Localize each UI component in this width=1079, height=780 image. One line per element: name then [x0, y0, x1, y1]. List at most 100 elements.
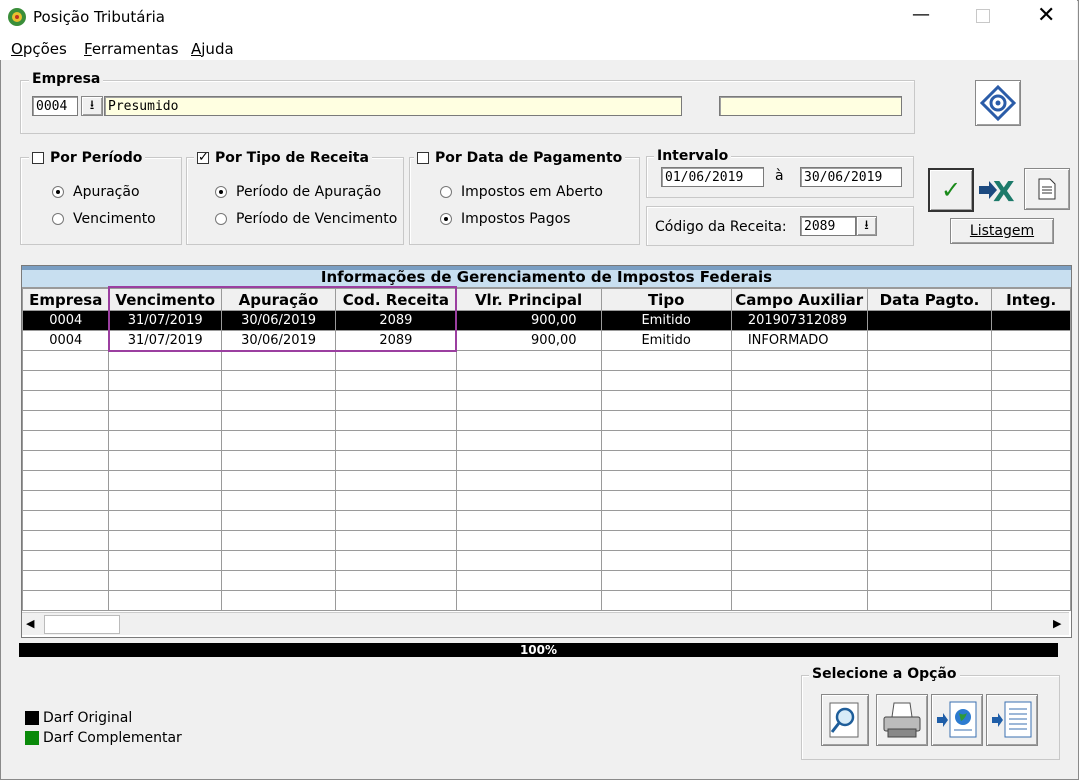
radio-periodo-vencimento[interactable]: Período de Vencimento: [215, 211, 397, 227]
table-cell[interactable]: Emitido: [600, 310, 732, 331]
radio-dot[interactable]: [440, 186, 452, 198]
radio-dot[interactable]: [52, 213, 64, 225]
table-cell: [600, 470, 732, 491]
table-cell: [335, 590, 457, 611]
menu-opcoes[interactable]: Opções: [11, 40, 67, 58]
print-button[interactable]: [876, 694, 928, 746]
radio-dot[interactable]: [52, 186, 64, 198]
maximize-button[interactable]: [976, 9, 990, 23]
menu-ajuda[interactable]: Ajuda: [191, 40, 234, 58]
radio-dot[interactable]: [440, 213, 452, 225]
codigo-lookup-icon[interactable]: ⭳: [856, 216, 877, 236]
excel-export-button[interactable]: X: [976, 170, 1022, 210]
table-cell[interactable]: [991, 310, 1071, 331]
table-cell[interactable]: [991, 330, 1071, 351]
por-tipo-checkbox[interactable]: ✓: [197, 151, 209, 164]
por-periodo-checkbox[interactable]: [32, 152, 44, 164]
por-periodo-header[interactable]: Por Período: [29, 150, 146, 166]
por-tipo-header[interactable]: ✓ Por Tipo de Receita: [194, 150, 372, 166]
table-cell: [991, 530, 1071, 551]
table-cell: [220, 530, 337, 551]
radio-impostos-pagos[interactable]: Impostos Pagos: [440, 211, 570, 227]
empresa-lookup-icon[interactable]: ⭳: [81, 96, 103, 116]
codigo-field[interactable]: 2089: [800, 216, 856, 236]
table-cell: [866, 550, 993, 571]
table-cell: [600, 570, 732, 591]
close-button[interactable]: ✕: [1037, 3, 1055, 28]
intervalo-to-field[interactable]: 30/06/2019: [800, 167, 902, 187]
table-cell: [730, 550, 868, 571]
table-cell: [730, 470, 868, 491]
table-cell: [335, 390, 457, 411]
table-cell[interactable]: INFORMADO: [730, 330, 868, 351]
empty-row: [22, 410, 1071, 431]
legend-swatch: [25, 731, 39, 745]
table-cell: [730, 490, 868, 511]
table-cell: [335, 550, 457, 571]
table-cell[interactable]: [866, 330, 993, 351]
table-cell[interactable]: 0004: [22, 310, 110, 331]
table-cell: [600, 510, 732, 531]
column-header[interactable]: Tipo: [600, 288, 732, 311]
table-cell[interactable]: 900,00: [455, 330, 602, 351]
radio-dot[interactable]: [215, 186, 227, 198]
table-cell: [866, 450, 993, 471]
table-cell: [455, 470, 602, 491]
export-document-button[interactable]: [986, 694, 1038, 746]
view-button[interactable]: [821, 694, 869, 746]
table-cell[interactable]: Emitido: [600, 330, 732, 351]
por-data-checkbox[interactable]: [417, 152, 429, 164]
minimize-button[interactable]: —: [912, 4, 930, 25]
export-web-button[interactable]: [931, 694, 983, 746]
column-header[interactable]: Vlr. Principal: [455, 288, 602, 311]
radio-dot[interactable]: [215, 213, 227, 225]
intervalo-from-field[interactable]: 01/06/2019: [661, 167, 764, 187]
column-header[interactable]: Empresa: [22, 288, 110, 311]
report-button[interactable]: [1024, 168, 1070, 210]
menu-ferramentas[interactable]: Ferramentas: [84, 40, 179, 58]
table-cell[interactable]: 0004: [22, 330, 110, 351]
table-cell: [455, 570, 602, 591]
excel-icon: X: [979, 175, 1015, 207]
table-cell: [991, 590, 1071, 611]
scroll-thumb[interactable]: [44, 615, 120, 634]
empresa-code-field[interactable]: 0004: [32, 96, 78, 116]
table-cell: [335, 450, 457, 471]
table-cell: [730, 430, 868, 451]
column-header[interactable]: Integ.: [991, 288, 1071, 311]
radio-vencimento[interactable]: Vencimento: [52, 211, 156, 227]
table-cell: [455, 390, 602, 411]
table-cell: [991, 350, 1071, 371]
column-header[interactable]: Campo Auxiliar: [730, 288, 868, 311]
horizontal-scrollbar[interactable]: ◀ ▶: [22, 612, 1069, 635]
export-document-icon: [992, 701, 1032, 738]
radio-impostos-aberto[interactable]: Impostos em Aberto: [440, 184, 603, 200]
radio-label: Impostos Pagos: [461, 211, 571, 227]
table-cell[interactable]: 900,00: [455, 310, 602, 331]
table-cell: [455, 550, 602, 571]
table-cell: [108, 410, 222, 431]
confirm-button[interactable]: ✓: [928, 168, 974, 212]
por-data-header[interactable]: Por Data de Pagamento: [414, 150, 626, 166]
table-cell: [220, 450, 337, 471]
empty-row: [22, 570, 1071, 591]
table-cell[interactable]: 201907312089: [730, 310, 868, 331]
scroll-right-icon[interactable]: ▶: [1053, 617, 1061, 630]
table-cell: [335, 370, 457, 391]
empresa-name-field[interactable]: Presumido: [104, 96, 682, 116]
empty-row: [22, 530, 1071, 551]
listagem-button[interactable]: Listagem: [950, 218, 1054, 244]
column-header[interactable]: Data Pagto.: [866, 288, 993, 311]
table-cell: [220, 430, 337, 451]
radio-label: Impostos em Aberto: [461, 184, 603, 200]
document-icon: [1038, 178, 1056, 200]
table-cell[interactable]: [866, 310, 993, 331]
table-cell: [22, 510, 110, 531]
radio-periodo-apuracao[interactable]: Período de Apuração: [215, 184, 381, 200]
empresa-extra-field[interactable]: [719, 96, 902, 116]
table-cell: [866, 490, 993, 511]
scroll-left-icon[interactable]: ◀: [26, 617, 34, 630]
radio-apuracao[interactable]: Apuração: [52, 184, 140, 200]
table-cell: [22, 470, 110, 491]
table-cell: [991, 450, 1071, 471]
